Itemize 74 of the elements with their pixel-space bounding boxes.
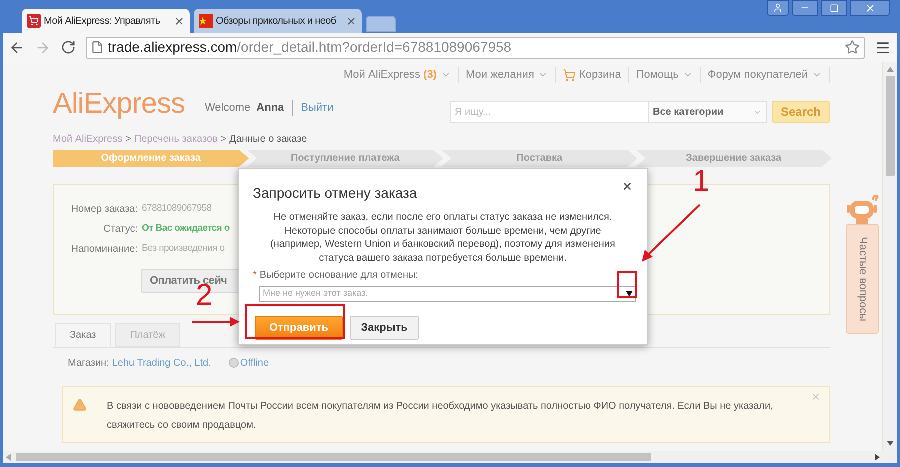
breadcrumb-current: Данные о заказе (230, 133, 308, 146)
user-icon[interactable] (767, 0, 789, 16)
field-value: От Вас ожидается о (142, 222, 230, 236)
faq-tab[interactable]: Частые вопросы (846, 224, 879, 334)
reload-icon[interactable] (61, 40, 76, 55)
notice-text: В связи с нововведением Почты России всем покупателям из России необходимо указывать полностью ФИО получателя. Если Вы не указали, свяжитесь со своим продавцом. (107, 400, 774, 433)
search-field[interactable]: Я ищу... (450, 101, 649, 123)
bookmark-star-icon[interactable] (845, 40, 860, 55)
search-button[interactable]: Search (772, 101, 830, 123)
field-value: 67881089067958 (142, 202, 212, 216)
tab-title: Мой AliExpress: Управлять (44, 14, 162, 28)
logout-link[interactable]: Выйти (301, 100, 334, 116)
close-icon[interactable] (174, 16, 185, 26)
scroll-down-icon[interactable] (886, 441, 894, 446)
nav-link[interactable]: Форум покупателей (708, 66, 808, 84)
reason-select[interactable]: Мне не нужен этот заказ. (259, 286, 636, 302)
welcome-text: Welcome (205, 100, 251, 116)
progress-step: Поступление платежа (247, 150, 444, 167)
cart-icon (27, 14, 41, 28)
progress-step: Оформление заказа (53, 150, 250, 167)
logo[interactable]: AliExpress (53, 88, 205, 120)
vertical-scrollbar[interactable] (882, 62, 897, 451)
dialog-message: Не отменяйте заказ, если после его оплаты статус заказа не изменился. Некоторые способы оплаты занимают больше времени, чем другие (например, Western Union и банковский перевод), поэтому для изменения статуса вашего заказа потребуется больше времени. (270, 211, 616, 265)
field-label: Номер заказа: (70, 202, 138, 216)
horizontal-scrollbar[interactable] (3, 451, 897, 463)
warning-icon (73, 398, 87, 412)
tab-title: Обзоры прикольных и необ (216, 14, 338, 28)
close-icon[interactable] (346, 16, 357, 26)
close-icon[interactable] (850, 0, 890, 16)
breadcrumb-link[interactable]: Перечень заказов (134, 132, 218, 146)
cart-icon (563, 68, 576, 82)
breadcrumb-separator: > (220, 133, 227, 146)
nav-link[interactable]: Мой AliExpress (3) (344, 66, 437, 84)
scroll-right-icon[interactable] (875, 454, 880, 460)
submit-button[interactable]: Отправить (255, 316, 343, 340)
dialog-title: Запросить отмену заказа (253, 184, 418, 203)
category-select[interactable]: Все категории (649, 101, 767, 123)
field-value: Без произведения о (142, 242, 225, 256)
scrollbar-thumb[interactable] (16, 453, 651, 461)
breadcrumb-separator: > (126, 133, 132, 146)
user-name: Anna (256, 100, 294, 116)
page-icon (91, 41, 104, 54)
nav-link[interactable]: Мои желания (466, 66, 534, 84)
scrollbar-thumb[interactable] (886, 76, 894, 176)
offline-icon (229, 358, 240, 368)
scroll-up-icon[interactable] (886, 67, 894, 72)
back-icon[interactable] (9, 40, 25, 56)
close-button[interactable]: Закрыть (350, 316, 419, 340)
robot-icon (846, 194, 878, 224)
dropdown-arrow-icon (626, 291, 633, 297)
highlight-frame (617, 271, 637, 298)
progress-step: Поставка (442, 150, 638, 167)
nav-link[interactable]: Корзина (579, 66, 622, 84)
browser-tab[interactable]: Обзоры прикольных и необ (194, 9, 362, 33)
menu-icon[interactable] (875, 40, 891, 56)
store-link[interactable]: Lehu Trading Co., Ltd. (112, 356, 212, 370)
nav-link[interactable]: Помощь (636, 66, 679, 84)
close-icon[interactable] (622, 181, 633, 192)
required-mark: * (253, 269, 257, 283)
store-label: Магазин: (68, 356, 110, 370)
browser-tab[interactable]: Мой AliExpress: Управлять (22, 9, 190, 33)
tab[interactable]: Заказ (55, 323, 112, 347)
address-field[interactable]: trade.aliexpress.com/order_detail.htm?orderId=67881089067958 (86, 36, 865, 58)
flag-icon (199, 14, 213, 28)
url-text: trade.aliexpress.com/order_detail.htm?orderId=67881089067958 (108, 38, 512, 57)
tab[interactable]: Платёж (115, 323, 180, 347)
offline-status: Offline (240, 356, 270, 370)
progress-step: Завершение заказа (636, 150, 832, 167)
breadcrumb-link[interactable]: Мой AliExpress (53, 132, 123, 146)
field-label: Статус: (102, 222, 138, 236)
annotation-number: 1 (693, 166, 710, 198)
maximize-icon[interactable] (821, 0, 847, 16)
annotation-arrow (191, 316, 241, 328)
field-label: Напоминание: (70, 242, 138, 256)
